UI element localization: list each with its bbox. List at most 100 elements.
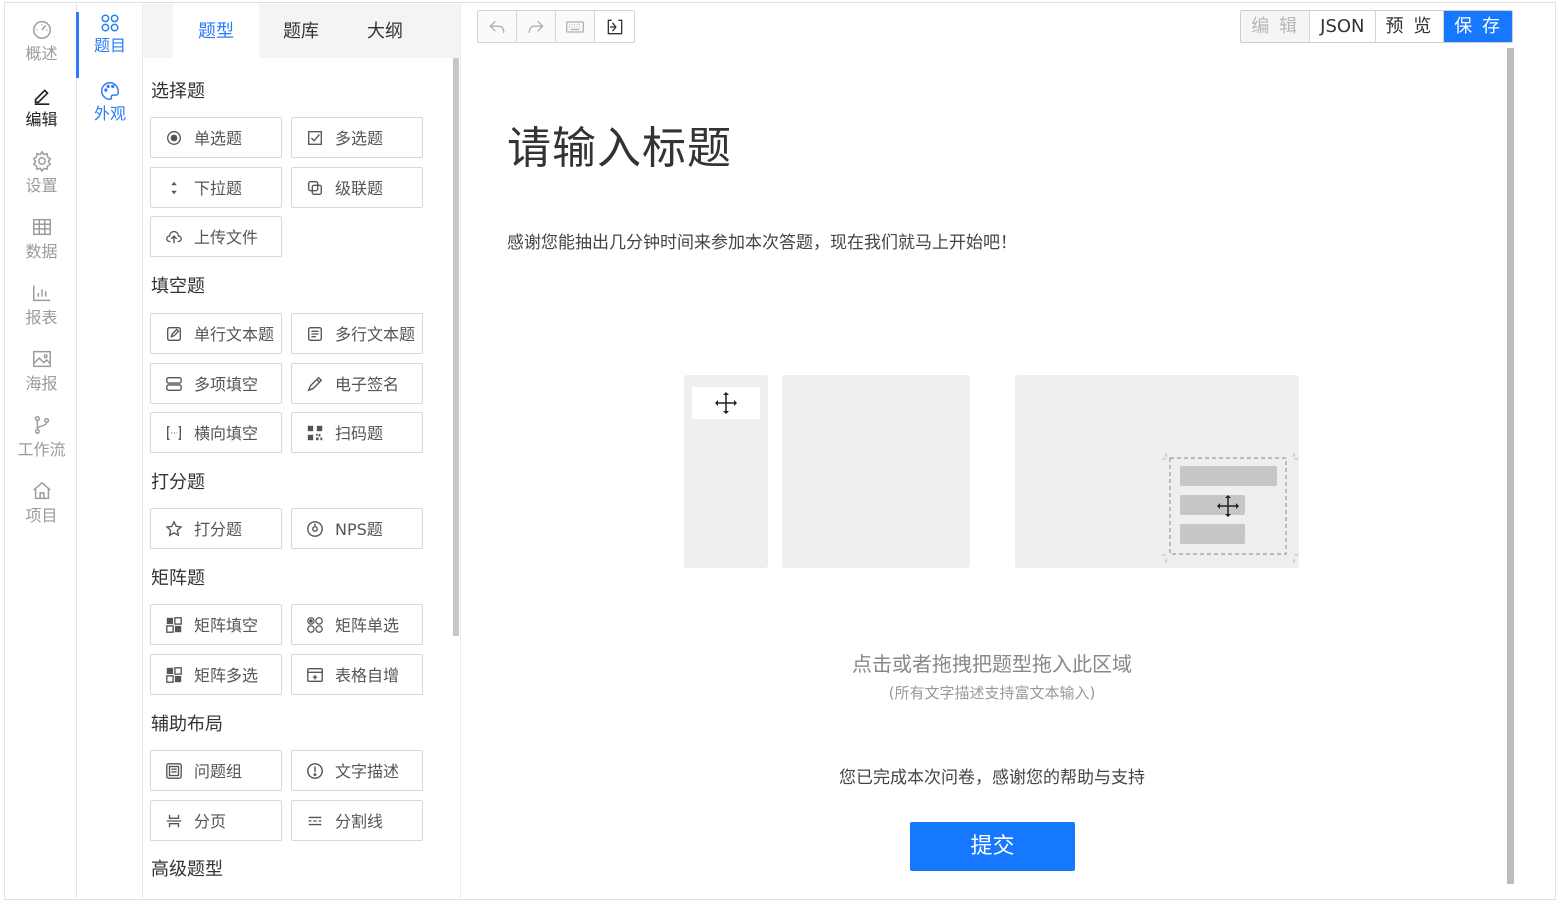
tab-outline[interactable]: 大纲 — [343, 4, 427, 58]
nav-item-report[interactable]: 报表 — [6, 282, 77, 344]
qtype-multi-choice[interactable]: 多选题 — [291, 117, 423, 158]
json-button[interactable]: JSON — [1310, 11, 1376, 42]
end-message[interactable]: 您已完成本次问卷，感谢您的帮助与支持 — [477, 763, 1507, 788]
save-button[interactable]: 保 存 — [1444, 11, 1512, 42]
qtype-label: 电子签名 — [335, 375, 400, 394]
qtype-label: 横向填空 — [194, 424, 259, 443]
nav-item-workflow[interactable]: 工作流 — [6, 414, 77, 476]
qtype-single-text[interactable]: 单行文本题 — [150, 313, 282, 354]
star-icon — [165, 520, 183, 538]
qtype-label: 矩阵多选 — [194, 666, 259, 685]
qtype-question-group[interactable]: 问题组 — [150, 750, 282, 791]
pagebreak-icon — [165, 812, 183, 830]
qtype-table-add[interactable]: 表格自增 — [291, 654, 423, 695]
qtype-divider[interactable]: 分割线 — [291, 800, 423, 841]
group-title: 辅助布局 — [151, 714, 223, 735]
image-icon — [32, 350, 51, 368]
qtype-label: 问题组 — [194, 762, 243, 781]
radio-icon — [165, 129, 183, 147]
preview-button[interactable]: 预 览 — [1375, 11, 1445, 42]
qtype-single-choice[interactable]: 单选题 — [150, 117, 282, 158]
group-title: 矩阵题 — [151, 568, 205, 589]
nav-label: 概述 — [25, 44, 58, 63]
undo-button[interactable] — [478, 11, 517, 42]
qtype-dropdown[interactable]: 下拉题 — [150, 167, 282, 208]
qtype-multi-fill[interactable]: 多项填空 — [150, 363, 282, 404]
qtype-matrix-multi[interactable]: 矩阵多选 — [150, 654, 282, 695]
group-title: 填空题 — [151, 276, 205, 297]
survey-description[interactable]: 感谢您能抽出几分钟时间来参加本次答题，现在我们就马上开始吧！ — [507, 228, 1017, 253]
left-nav: 概述 编辑 设置 数据 报表 海报 工作流 项目 — [6, 4, 77, 898]
panel-tabs: 题型 题库 大纲 — [143, 4, 460, 58]
sub-nav: 题目 外观 — [76, 4, 143, 898]
tab-bank[interactable]: 题库 — [259, 4, 343, 58]
qtype-label: 矩阵单选 — [335, 616, 400, 635]
qtype-label: 分割线 — [335, 812, 384, 831]
nav-label: 设置 — [25, 176, 58, 195]
redo-button[interactable] — [517, 11, 556, 42]
textarea-icon — [306, 325, 324, 343]
qtype-label: 单行文本题 — [194, 325, 275, 344]
survey-title[interactable]: 请输入标题 — [507, 112, 732, 176]
qtype-pagination[interactable]: 分页 — [150, 800, 282, 841]
group-title: 选择题 — [151, 81, 205, 102]
nav-label: 报表 — [25, 308, 58, 327]
qtype-multi-text[interactable]: 多行文本题 — [291, 313, 423, 354]
multi-fill-icon — [165, 375, 183, 393]
table-icon — [32, 218, 51, 236]
home-icon — [32, 481, 51, 500]
checkbox-icon — [306, 129, 324, 147]
qtype-scan[interactable]: 扫码题 — [291, 412, 423, 453]
keyboard-button[interactable] — [556, 11, 595, 42]
sub-item-appearance[interactable]: 外观 — [77, 80, 143, 138]
divider-icon — [306, 812, 324, 830]
qtype-matrix-radio[interactable]: 矩阵单选 — [291, 604, 423, 645]
qtype-upload[interactable]: 上传文件 — [150, 216, 282, 257]
qtype-label: 打分题 — [194, 520, 243, 539]
matrix-radio-icon — [306, 616, 324, 634]
qtype-nps[interactable]: NPS题 — [291, 508, 423, 549]
nav-item-settings[interactable]: 设置 — [6, 150, 77, 212]
canvas-scrollbar[interactable] — [1507, 48, 1514, 884]
nav-item-edit[interactable]: 编辑 — [6, 84, 77, 146]
table-add-icon — [306, 666, 324, 684]
qtype-cascade[interactable]: 级联题 — [291, 167, 423, 208]
qtype-signature[interactable]: 电子签名 — [291, 363, 423, 404]
import-button[interactable] — [595, 11, 634, 42]
panel-scrollbar[interactable] — [453, 58, 459, 636]
qtype-label: 单选题 — [194, 129, 243, 148]
keyboard-icon — [566, 20, 584, 33]
nav-item-project[interactable]: 项目 — [6, 480, 77, 542]
qtype-label: 上传文件 — [194, 228, 259, 247]
qtype-label: 矩阵填空 — [194, 616, 259, 635]
nav-item-poster[interactable]: 海报 — [6, 348, 77, 410]
group-title: 高级题型 — [151, 859, 223, 880]
edit-button[interactable]: 编 辑 — [1241, 11, 1311, 42]
bracket-icon — [165, 424, 183, 442]
drop-hint: 点击或者拖拽把题型拖入此区域 — [852, 652, 1132, 676]
nav-item-data[interactable]: 数据 — [6, 216, 77, 278]
nav-label: 数据 — [25, 242, 58, 261]
qtype-label: 下拉题 — [194, 179, 243, 198]
bar-chart-icon — [32, 285, 50, 302]
branch-icon — [34, 416, 49, 434]
qtype-matrix-fill[interactable]: 矩阵填空 — [150, 604, 282, 645]
qtype-rating[interactable]: 打分题 — [150, 508, 282, 549]
sub-label: 外观 — [93, 104, 126, 123]
info-icon — [306, 762, 324, 780]
grid-circles-icon — [101, 14, 119, 32]
nav-label: 海报 — [25, 374, 58, 393]
qtype-label: 扫码题 — [335, 424, 384, 443]
survey-canvas: 请输入标题 感谢您能抽出几分钟时间来参加本次答题，现在我们就马上开始吧！ 点击或… — [477, 48, 1515, 898]
dropdown-icon — [165, 179, 183, 197]
qtype-label: 表格自增 — [335, 666, 400, 685]
gear-icon — [32, 150, 51, 172]
tab-types[interactable]: 题型 — [173, 4, 259, 58]
submit-button[interactable]: 提交 — [910, 822, 1075, 871]
qtype-label: 多项填空 — [194, 375, 259, 394]
nav-item-overview[interactable]: 概述 — [6, 18, 77, 80]
sub-item-questions[interactable]: 题目 — [76, 12, 143, 78]
drop-zone-illustration[interactable] — [682, 373, 1306, 573]
qtype-text-desc[interactable]: 文字描述 — [291, 750, 423, 791]
qtype-horizontal-fill[interactable]: 横向填空 — [150, 412, 282, 453]
